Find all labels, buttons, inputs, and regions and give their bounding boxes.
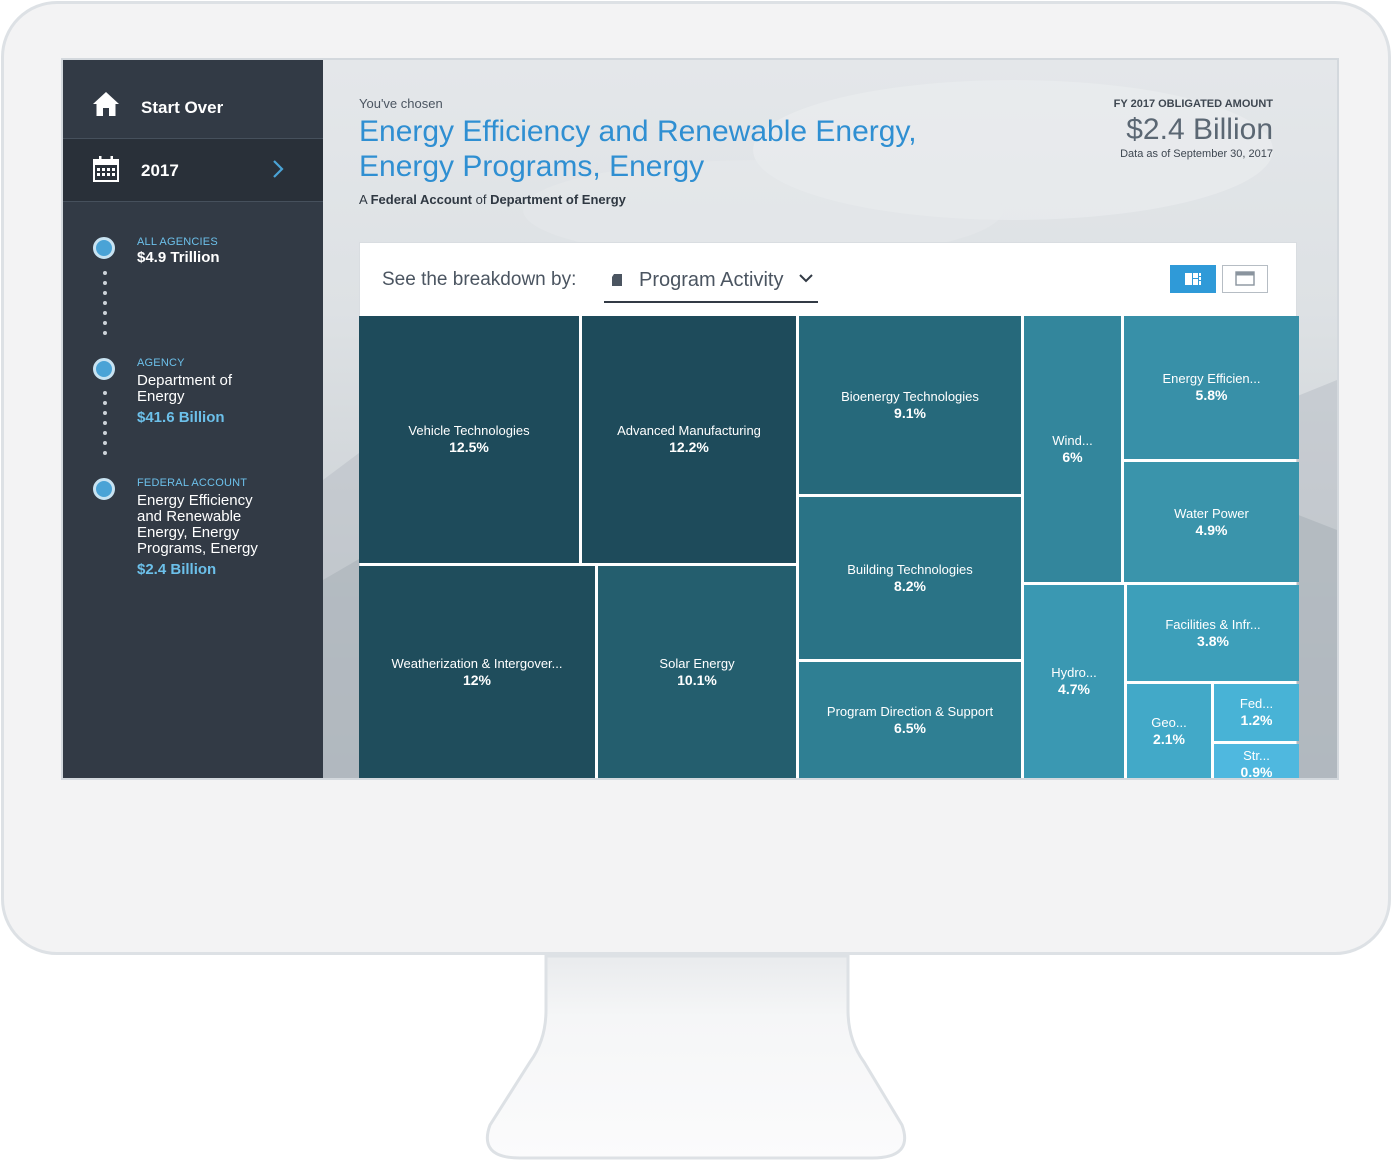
treemap-tile-percent: 4.9% (1195, 521, 1228, 538)
fiscal-year-selector[interactable]: 2017 (63, 139, 323, 202)
treemap-tile-percent: 9.1% (894, 404, 926, 421)
home-icon (93, 92, 119, 116)
treemap-tile[interactable]: Solar Energy 10.1% (598, 566, 796, 778)
treemap-tile-percent: 2.1% (1153, 730, 1185, 747)
page-title: Energy Efficiency and Renewable Energy, … (359, 115, 917, 183)
treemap-tile[interactable]: Program Direction & Support 6.5% (799, 662, 1021, 778)
account-subtitle: A Federal Account of Department of Energ… (359, 192, 999, 207)
treemap-view-button[interactable] (1170, 265, 1216, 293)
treemap-tile-name: Geo... (1151, 714, 1187, 730)
treemap-tile-name: Facilities & Infr... (1165, 616, 1261, 632)
data-as-of: Data as of September 30, 2017 (1120, 148, 1273, 160)
treemap-tile-percent: 6% (1062, 448, 1083, 465)
step-name: Department of Energy (137, 372, 233, 405)
treemap-tile-name: Vehicle Technologies (408, 423, 530, 438)
step-name: Energy Efficiency and Renewable Energy, … (137, 492, 258, 557)
fiscal-year-label: 2017 (141, 161, 179, 180)
chevron-right-icon (273, 160, 284, 178)
step-connector (103, 391, 107, 461)
app-screen: Start Over 2017 ALL AGENCIES $4.9 Trilli… (61, 58, 1339, 780)
treemap-tile-percent: 10.1% (677, 671, 717, 688)
treemap-tile-percent: 1.2% (1240, 712, 1273, 728)
step-amount: $4.9 Trillion (137, 249, 220, 266)
treemap-tile-percent: 6.5% (894, 719, 926, 736)
subtitle-prefix: A (359, 192, 367, 207)
account-header: You've chosen Energy Efficiency and Rene… (359, 96, 999, 207)
treemap-tile[interactable]: Vehicle Technologies 12.5% (359, 316, 579, 563)
treemap-tile-name: Bioenergy Technologies (841, 388, 979, 404)
chosen-label: You've chosen (359, 96, 443, 111)
treemap-tile[interactable]: Str... 0.9% (1214, 744, 1299, 778)
treemap-view-icon (1185, 273, 1201, 285)
treemap-tile-name: Energy Efficien... (1162, 371, 1261, 386)
treemap-tile[interactable]: Advanced Manufacturing 12.2% (582, 316, 796, 563)
treemap-tile-name: Solar Energy (659, 655, 735, 671)
treemap-tile[interactable]: Geo... 2.1% (1127, 684, 1211, 778)
breakdown-selected: Program Activity (639, 269, 784, 291)
treemap-tile[interactable]: Water Power 4.9% (1124, 462, 1299, 582)
treemap-tile-percent: 8.2% (894, 577, 926, 594)
obligated-amount-summary: FY 2017 OBLIGATED AMOUNT $2.4 Billion Da… (1073, 98, 1273, 160)
sidebar: Start Over 2017 ALL AGENCIES $4.9 Trilli… (63, 60, 323, 778)
treemap-tile[interactable]: Hydro... 4.7% (1024, 585, 1124, 778)
treemap-tile[interactable]: Facilities & Infr... 3.8% (1127, 585, 1299, 681)
treemap-tile-percent: 5.8% (1195, 387, 1228, 403)
treemap-tile-name: Weatherization & Intergover... (391, 655, 563, 671)
step-agency[interactable]: AGENCY Department of Energy $41.6 Billio… (137, 357, 307, 426)
treemap-tile-percent: 12.5% (449, 439, 489, 455)
treemap-tile[interactable]: Bioenergy Technologies 9.1% (799, 316, 1021, 494)
treemap-tile-name: Water Power (1174, 505, 1249, 521)
treemap-tile-percent: 12.2% (669, 439, 709, 455)
calendar-icon (93, 156, 119, 182)
step-amount: $2.4 Billion (137, 561, 217, 578)
obligated-amount-value: $2.4 Billion (1126, 113, 1273, 146)
step-connector (103, 271, 107, 341)
step-dot-all-agencies[interactable] (93, 237, 115, 259)
treemap-tile-name: Program Direction & Support (826, 703, 994, 719)
treemap-tile[interactable]: Building Technologies 8.2% (799, 497, 1021, 659)
treemap-tile-name: Advanced Manufacturing (617, 423, 761, 438)
treemap-tile[interactable]: Energy Efficien... 5.8% (1124, 316, 1299, 459)
start-over-label: Start Over (141, 98, 224, 117)
start-over-button[interactable]: Start Over (63, 60, 323, 139)
breakdown-label: See the breakdown by: (382, 269, 577, 290)
table-view-icon (1235, 271, 1255, 286)
chevron-down-icon (799, 274, 813, 283)
treemap-tile-percent: 3.8% (1197, 632, 1229, 649)
treemap-tile-name: Wind... (1052, 432, 1093, 448)
treemap-tile-percent: 0.9% (1240, 764, 1273, 778)
program-activity-treemap: Vehicle Technologies 12.5% Advanced Manufa… (359, 316, 1299, 778)
subtitle-of: of (475, 192, 487, 207)
treemap-tile-percent: 4.7% (1058, 681, 1090, 697)
treemap-tile-percent: 12% (462, 671, 492, 688)
treemap-tile-name: Str... (1243, 748, 1270, 763)
step-amount: $41.6 Billion (137, 409, 225, 426)
table-view-button[interactable] (1222, 265, 1268, 293)
treemap-tile-name: Hydro... (1051, 665, 1097, 680)
treemap-tile-name: Building Technologies (847, 561, 973, 577)
treemap-tile[interactable]: Fed... 1.2% (1214, 684, 1299, 741)
step-all-agencies[interactable]: ALL AGENCIES $4.9 Trillion (137, 236, 307, 266)
subtitle-type: Federal Account (370, 192, 472, 207)
step-label: FEDERAL ACCOUNT (137, 477, 248, 489)
step-dot-agency[interactable] (93, 358, 115, 380)
step-federal-account: FEDERAL ACCOUNT Energy Efficiency and Re… (137, 477, 307, 578)
step-label: ALL AGENCIES (137, 236, 218, 248)
subtitle-agency: Department of Energy (490, 192, 626, 207)
step-dot-federal-account (93, 478, 115, 500)
step-label: AGENCY (137, 357, 185, 369)
treemap-tile-name: Fed... (1239, 696, 1274, 711)
obligated-amount-label: FY 2017 OBLIGATED AMOUNT (1113, 98, 1273, 110)
breakdown-dropdown[interactable]: Program Activity (604, 259, 818, 303)
treemap-tile[interactable]: Weatherization & Intergover... 12% (359, 566, 595, 778)
treemap-tile[interactable]: Wind... 6% (1024, 316, 1121, 582)
program-activity-icon (612, 274, 622, 286)
